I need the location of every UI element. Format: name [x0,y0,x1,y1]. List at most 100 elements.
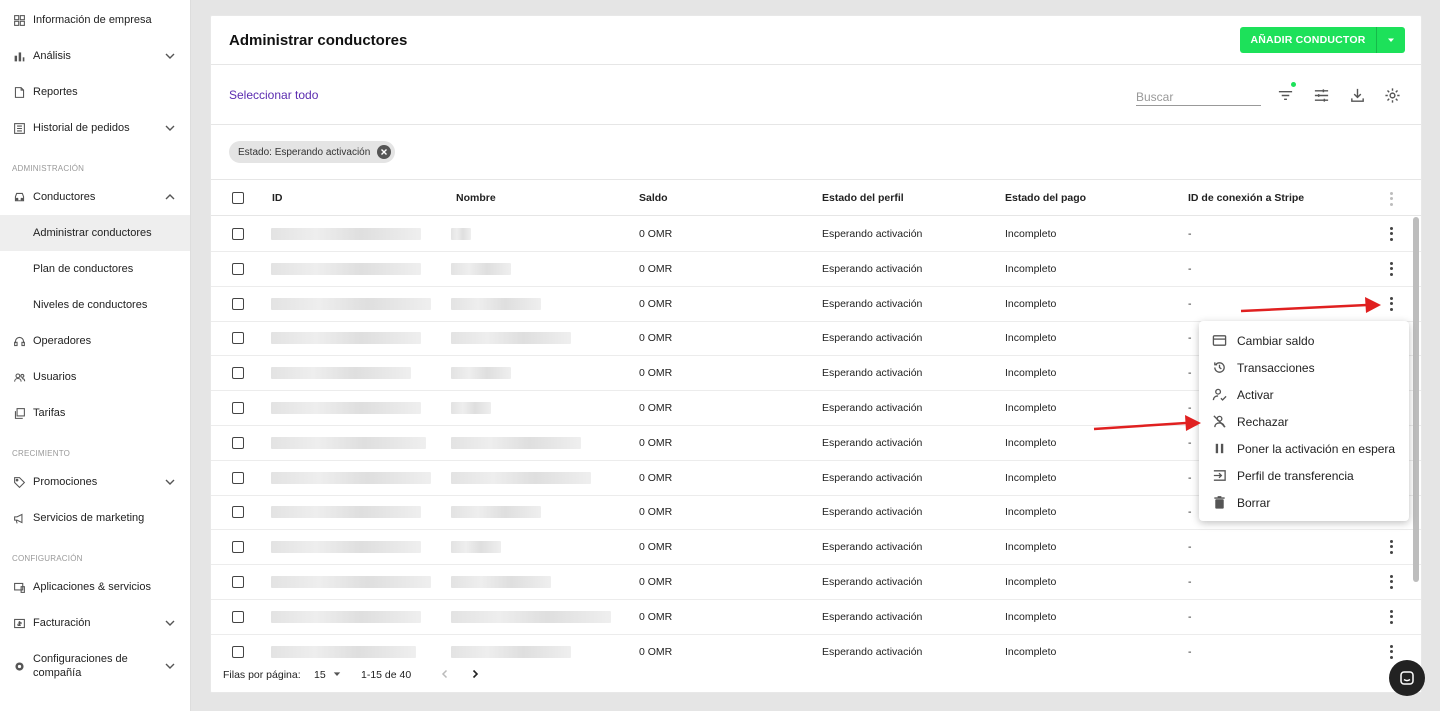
row-checkbox[interactable] [232,367,244,379]
column-header-stripe-id[interactable]: ID de conexión a Stripe [1188,192,1304,204]
columns-settings-icon[interactable] [1312,86,1330,104]
cell-stripe-id: - [1188,228,1192,240]
column-header-balance[interactable]: Saldo [639,192,668,204]
row-actions-icon[interactable] [1386,574,1396,590]
next-page-button[interactable] [467,666,483,682]
column-header-id[interactable]: ID [272,192,283,204]
filter-icon[interactable] [1276,86,1294,104]
add-driver-button[interactable]: AÑADIR CONDUCTOR [1240,27,1376,53]
trash-icon [1211,495,1227,511]
menu-item-label: Rechazar [1237,414,1289,429]
rows-per-page-select[interactable]: 15 [314,669,341,681]
chevron-right-icon [472,669,479,679]
sidebar-item-order-history[interactable]: Historial de pedidos [0,110,190,146]
sidebar-item-company-info[interactable]: Información de empresa [0,2,190,38]
row-actions-icon[interactable] [1386,539,1396,555]
sidebar-item-billing[interactable]: Facturación [0,605,190,641]
person-off-icon [1211,414,1227,430]
row-actions-icon[interactable] [1386,609,1396,625]
cell-balance: 0 OMR [639,576,673,588]
sidebar-item-label: Promociones [33,476,98,488]
redacted-name [451,611,611,623]
sidebar-item-driver-levels[interactable]: Niveles de conductores [0,287,190,323]
row-checkbox[interactable] [232,298,244,310]
sidebar-item-label: Información de empresa [33,14,152,26]
menu-item-label: Perfil de transferencia [1237,468,1354,483]
select-all-link[interactable]: Seleccionar todo [229,88,318,102]
redacted-name [451,506,541,518]
row-actions-icon[interactable] [1386,226,1396,242]
cell-stripe-id: - [1188,437,1192,449]
table-row[interactable]: 0 OMR Esperando activación Incompleto - [211,252,1421,287]
menu-item-transactions[interactable]: Transacciones [1199,354,1409,381]
sidebar-item-marketing[interactable]: Servicios de marketing [0,500,190,536]
menu-item-reject[interactable]: Rechazar [1199,408,1409,435]
row-checkbox[interactable] [232,472,244,484]
search-input[interactable] [1136,86,1261,106]
row-actions-icon[interactable] [1386,644,1396,660]
sidebar-item-promotions[interactable]: Promociones [0,464,190,500]
sidebar-item-driver-plans[interactable]: Plan de conductores [0,251,190,287]
row-checkbox[interactable] [232,506,244,518]
menu-item-hold-activation[interactable]: Poner la activación en espera [1199,435,1409,462]
sidebar-item-reports[interactable]: Reportes [0,74,190,110]
menu-item-change-balance[interactable]: Cambiar saldo [1199,327,1409,354]
previous-page-button[interactable] [437,666,453,682]
table-header: ID Nombre Saldo Estado del perfil Estado… [211,180,1421,216]
row-checkbox[interactable] [232,541,244,553]
caret-down-icon [1388,38,1394,42]
row-checkbox[interactable] [232,228,244,240]
cell-payment-status: Incompleto [1005,263,1057,275]
cell-payment-status: Incompleto [1005,402,1057,414]
chat-launcher-button[interactable] [1389,660,1425,696]
active-filter-dot [1291,82,1296,87]
download-icon[interactable] [1348,86,1366,104]
sidebar-item-operators[interactable]: Operadores [0,323,190,359]
cell-stripe-id: - [1188,646,1192,658]
gear-icon[interactable] [1383,86,1401,104]
row-checkbox[interactable] [232,263,244,275]
column-header-name[interactable]: Nombre [456,192,496,204]
sidebar-item-users[interactable]: Usuarios [0,359,190,395]
column-options-icon[interactable] [1386,191,1396,207]
sidebar-item-label: Plan de conductores [33,263,134,275]
row-checkbox[interactable] [232,646,244,658]
cell-balance: 0 OMR [639,298,673,310]
column-header-profile-status[interactable]: Estado del perfil [822,192,904,204]
add-driver-dropdown-button[interactable] [1376,27,1405,53]
table-row[interactable]: 0 OMR Esperando activación Incompleto - [211,600,1421,635]
table-row[interactable]: 0 OMR Esperando activación Incompleto - [211,565,1421,600]
cell-stripe-id: - [1188,611,1192,623]
sidebar-item-rates[interactable]: Tarifas [0,395,190,431]
cell-profile-status: Esperando activación [822,437,923,449]
table-scrollbar[interactable] [1413,217,1419,582]
redacted-name [451,472,591,484]
row-checkbox[interactable] [232,437,244,449]
sidebar-item-drivers[interactable]: Conductores [0,179,190,215]
cell-profile-status: Esperando activación [822,263,923,275]
menu-item-label: Transacciones [1237,360,1315,375]
row-checkbox[interactable] [232,332,244,344]
redacted-name [451,367,511,379]
row-checkbox[interactable] [232,611,244,623]
table-row[interactable]: 0 OMR Esperando activación Incompleto - [211,217,1421,252]
sidebar-item-analytics[interactable]: Análisis [0,38,190,74]
select-all-checkbox[interactable] [232,192,244,204]
status-filter-chip[interactable]: Estado: Esperando activación [229,141,396,163]
cell-profile-status: Esperando activación [822,576,923,588]
table-row[interactable]: 0 OMR Esperando activación Incompleto - [211,530,1421,565]
chevron-down-icon [165,53,175,59]
menu-item-transfer-profile[interactable]: Perfil de transferencia [1199,462,1409,489]
close-icon[interactable] [377,145,392,159]
sidebar-item-company-config[interactable]: Configuraciones de compañía [0,648,190,684]
row-actions-icon[interactable] [1386,296,1396,312]
menu-item-delete[interactable]: Borrar [1199,489,1409,516]
row-actions-icon[interactable] [1386,261,1396,277]
row-checkbox[interactable] [232,576,244,588]
menu-item-activate[interactable]: Activar [1199,381,1409,408]
sidebar-item-manage-drivers[interactable]: Administrar conductores [0,215,190,251]
row-checkbox[interactable] [232,402,244,414]
cell-profile-status: Esperando activación [822,611,923,623]
sidebar-item-apps[interactable]: Aplicaciones & servicios [0,569,190,605]
column-header-payment-status[interactable]: Estado del pago [1005,192,1086,204]
